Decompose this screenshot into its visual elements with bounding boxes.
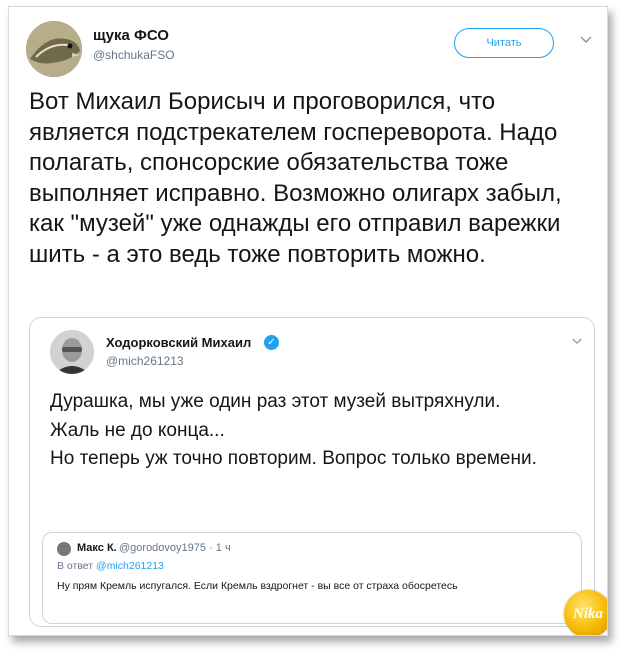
reply-prefix: В ответ (57, 560, 94, 572)
reply-author-avatar[interactable] (57, 542, 71, 556)
watermark-logo: Nika (564, 590, 607, 635)
quoted-tweet[interactable]: Ходорковский Михаил ✓ @mich261213 Дурашк… (29, 317, 595, 627)
reply-author-name[interactable]: Макс К. (77, 542, 117, 554)
chevron-down-icon[interactable] (580, 35, 592, 47)
quoted-author-avatar[interactable] (50, 330, 94, 374)
follow-button[interactable]: Читать (454, 28, 554, 58)
tweet-text: Вот Михаил Борисыч и проговорился, что я… (29, 88, 562, 268)
tweet-card: щука ФСО @shchukaFSO Читать Вот Михаил Б… (8, 6, 608, 636)
quoted-text-line: Но теперь уж точно повторим. Вопрос толь… (50, 448, 537, 469)
author-avatar[interactable] (26, 21, 82, 77)
reply-author-handle[interactable]: @gorodovoy1975 · 1 ч (119, 542, 231, 554)
author-name[interactable]: щука ФСО (93, 27, 169, 44)
quoted-author-handle[interactable]: @mich261213 (106, 354, 184, 368)
reply-to-link[interactable]: @mich261213 (96, 560, 164, 572)
quoted-author-name[interactable]: Ходорковский Михаил (106, 335, 251, 350)
quoted-text-line: Жаль не до конца... (50, 419, 225, 441)
quoted-tweet-text: Дурашка, мы уже один раз этот музей вытр… (50, 388, 580, 474)
author-handle[interactable]: @shchukaFSO (93, 48, 175, 62)
reply-context: В ответ @mich261213 (57, 560, 164, 572)
chevron-down-icon[interactable] (572, 336, 582, 348)
reply-text: Ну прям Кремль испугался. Если Кремль вз… (57, 580, 458, 592)
verified-check-icon: ✓ (264, 335, 279, 350)
quoted-text-line: Дурашка, мы уже один раз этот музей вытр… (50, 391, 501, 412)
reply-tweet[interactable]: Макс К. @gorodovoy1975 · 1 ч В ответ @mi… (42, 532, 582, 624)
